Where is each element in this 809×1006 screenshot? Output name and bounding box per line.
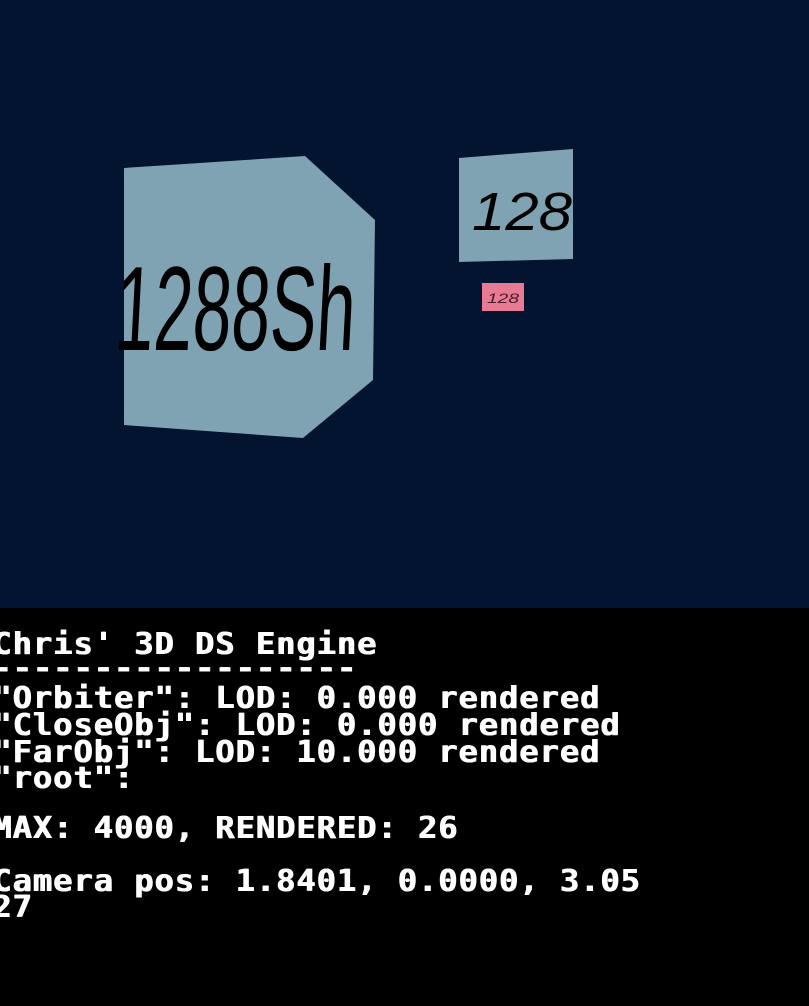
orbiter-cube: 128 [482,283,524,311]
far-obj-label: 128 [472,182,572,242]
close-obj-label: 1288Sh [112,242,359,376]
console-camera-line: Camera pos: 1.8401, 0.0000, 3.05 [0,862,641,899]
top-screen-3d-viewport: 1288Sh 128 128 [0,0,809,608]
scene-render: 1288Sh 128 128 [112,149,573,438]
console-separator: ------------------ [0,649,357,686]
bottom-screen-console: Chris' 3D DS Engine ------------------ "… [0,608,809,1006]
close-obj-cube: 1288Sh [112,156,375,438]
console-object-line: "root": [0,759,134,796]
far-obj-cube: 128 [459,149,573,262]
orbiter-label: 128 [487,290,519,306]
console-stats-line: MAX: 4000, RENDERED: 26 [0,809,459,846]
console-camera-line-wrap: 27 [0,888,33,925]
